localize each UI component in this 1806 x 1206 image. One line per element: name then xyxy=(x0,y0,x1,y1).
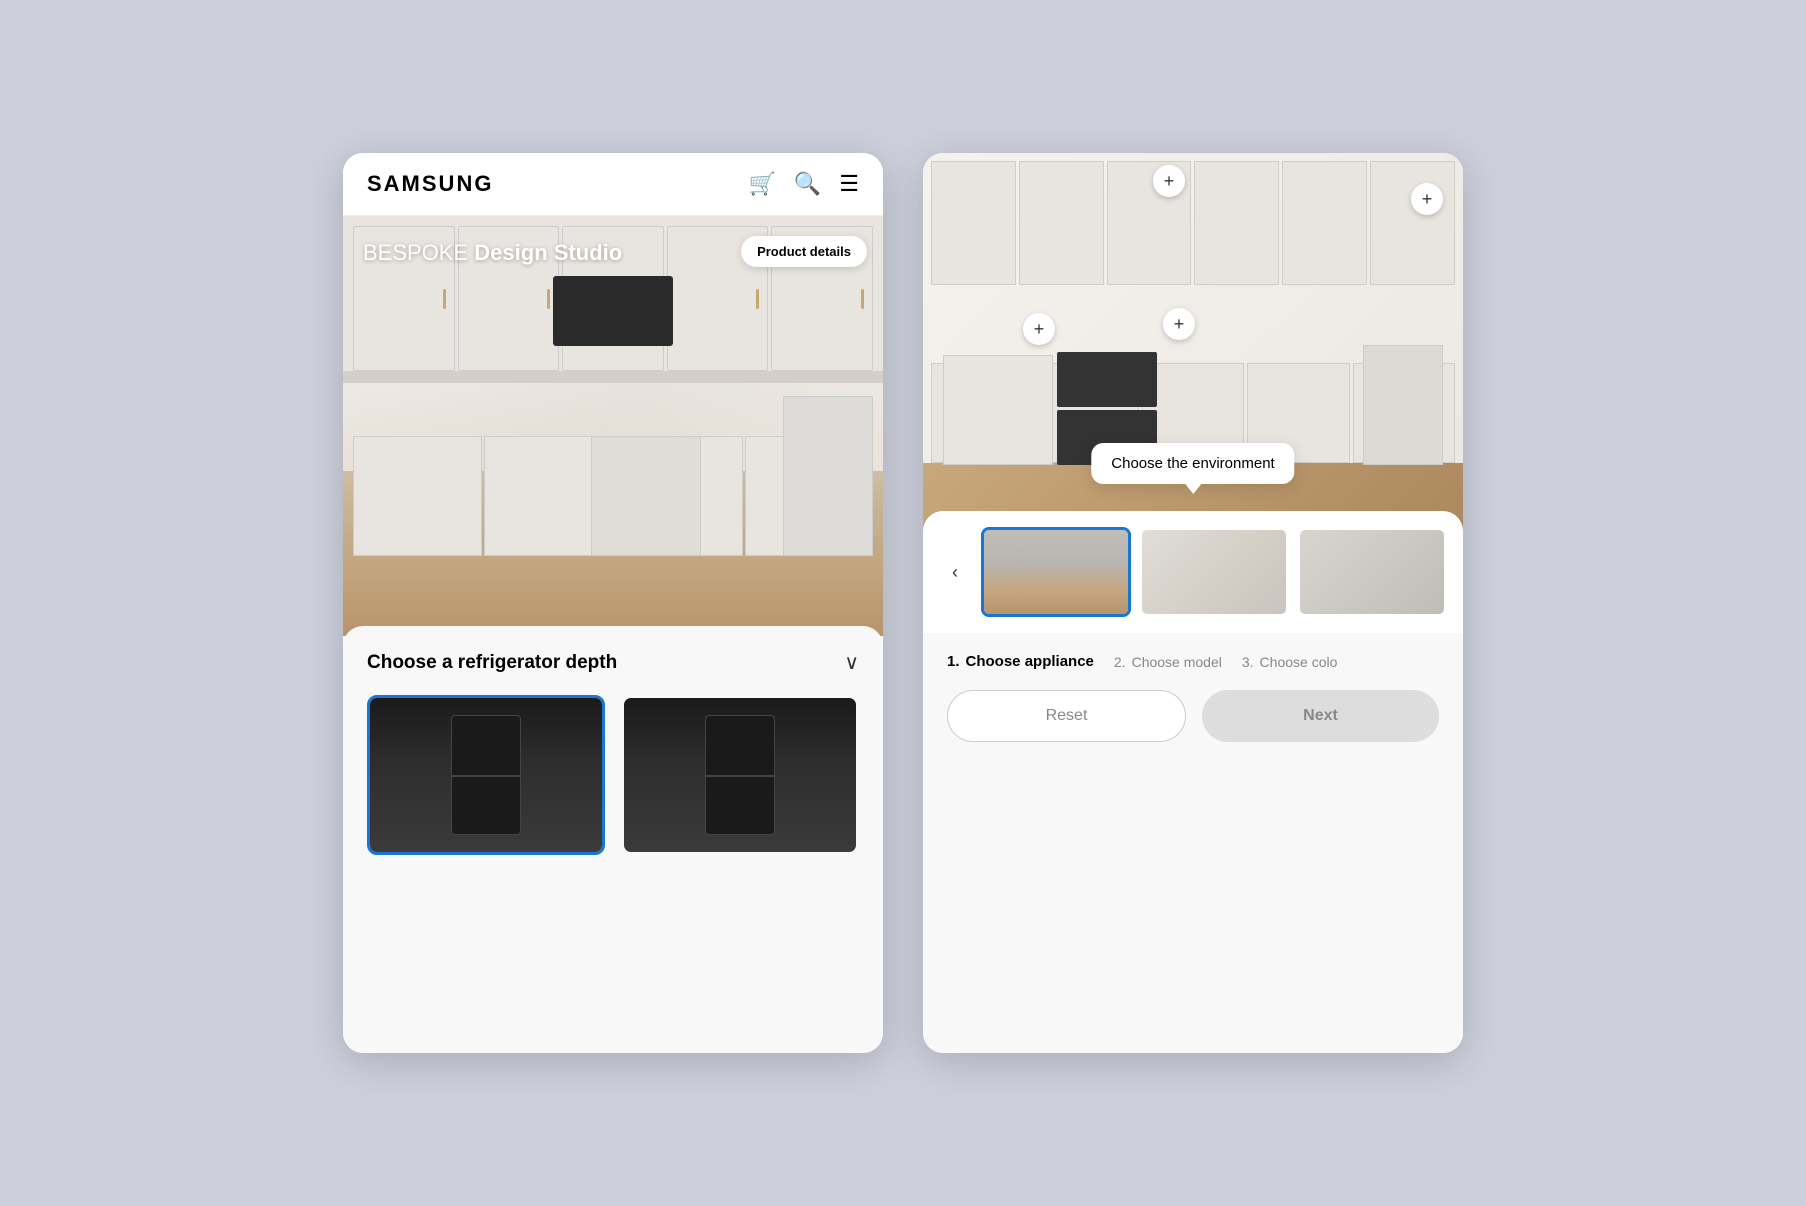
right-phone-screen: + + + + Choose the environment ‹ xyxy=(923,153,1463,1053)
step-3-label: Choose colo xyxy=(1260,654,1338,670)
right-range xyxy=(943,355,1053,465)
samsung-logo: SAMSUNG xyxy=(367,171,493,197)
cart-icon[interactable]: 🛒 xyxy=(748,171,775,197)
chevron-down-icon[interactable]: ∨ xyxy=(844,650,859,675)
env-carousel: ‹ xyxy=(939,527,1447,617)
left-bottom-panel: Choose a refrigerator depth ∨ xyxy=(343,626,883,1053)
environment-tooltip: Choose the environment xyxy=(1091,443,1294,484)
depth-option-2[interactable] xyxy=(621,695,859,855)
fridge-appliance xyxy=(783,396,873,556)
product-details-button[interactable]: Product details xyxy=(741,236,867,267)
step-3: 3. Choose colo xyxy=(1242,654,1338,670)
env-thumb-2[interactable] xyxy=(1139,527,1289,617)
depth-title: Choose a refrigerator depth xyxy=(367,652,617,674)
hero-kitchen-image: BESPOKE Design Studio Product details xyxy=(343,216,883,636)
range-appliance xyxy=(591,436,701,556)
plus-button-2[interactable]: + xyxy=(1411,183,1443,215)
reset-button[interactable]: Reset xyxy=(947,690,1186,742)
depth-option-1[interactable] xyxy=(367,695,605,855)
depth-options xyxy=(367,695,859,855)
right-kitchen-image: + + + + Choose the environment ‹ xyxy=(923,153,1463,633)
fridge-silhouette-1 xyxy=(451,715,521,835)
header-icons: 🛒 🔍 ☰ xyxy=(748,171,859,197)
env-thumb-3[interactable] xyxy=(1297,527,1447,617)
step-1-label: Choose appliance xyxy=(966,653,1094,670)
env-thumb-image-1 xyxy=(984,530,1128,614)
left-header: SAMSUNG 🛒 🔍 ☰ xyxy=(343,153,883,216)
action-buttons: Reset Next xyxy=(947,690,1439,742)
step-2: 2. Choose model xyxy=(1114,654,1222,670)
right-fridge xyxy=(1363,345,1443,465)
search-icon[interactable]: 🔍 xyxy=(794,171,821,197)
step-2-label: Choose model xyxy=(1132,654,1222,670)
step-2-number: 2. xyxy=(1114,654,1126,670)
right-microwave xyxy=(1057,352,1157,407)
hero-title: BESPOKE Design Studio xyxy=(363,240,622,266)
carousel-prev-arrow[interactable]: ‹ xyxy=(939,556,971,588)
steps-row: 1. Choose appliance 2. Choose model 3. C… xyxy=(947,653,1439,670)
plus-button-4[interactable]: + xyxy=(1163,308,1195,340)
environment-selector: ‹ xyxy=(923,511,1463,633)
plus-button-1[interactable]: + xyxy=(1153,165,1185,197)
plus-button-3[interactable]: + xyxy=(1023,313,1055,345)
step-1: 1. Choose appliance xyxy=(947,653,1094,670)
env-thumbnails xyxy=(981,527,1447,617)
env-thumb-image-2 xyxy=(1142,530,1286,614)
depth-header: Choose a refrigerator depth ∨ xyxy=(367,650,859,675)
env-thumb-1[interactable] xyxy=(981,527,1131,617)
step-3-number: 3. xyxy=(1242,654,1254,670)
microwave-appliance xyxy=(553,276,673,346)
fridge-silhouette-2 xyxy=(705,715,775,835)
upper-cabinets xyxy=(923,153,1463,293)
left-phone-screen: SAMSUNG 🛒 🔍 ☰ xyxy=(343,153,883,1053)
menu-icon[interactable]: ☰ xyxy=(839,171,859,197)
env-thumb-image-3 xyxy=(1300,530,1444,614)
steps-panel: 1. Choose appliance 2. Choose model 3. C… xyxy=(923,633,1463,1053)
step-1-number: 1. xyxy=(947,653,960,670)
next-button[interactable]: Next xyxy=(1202,690,1439,742)
